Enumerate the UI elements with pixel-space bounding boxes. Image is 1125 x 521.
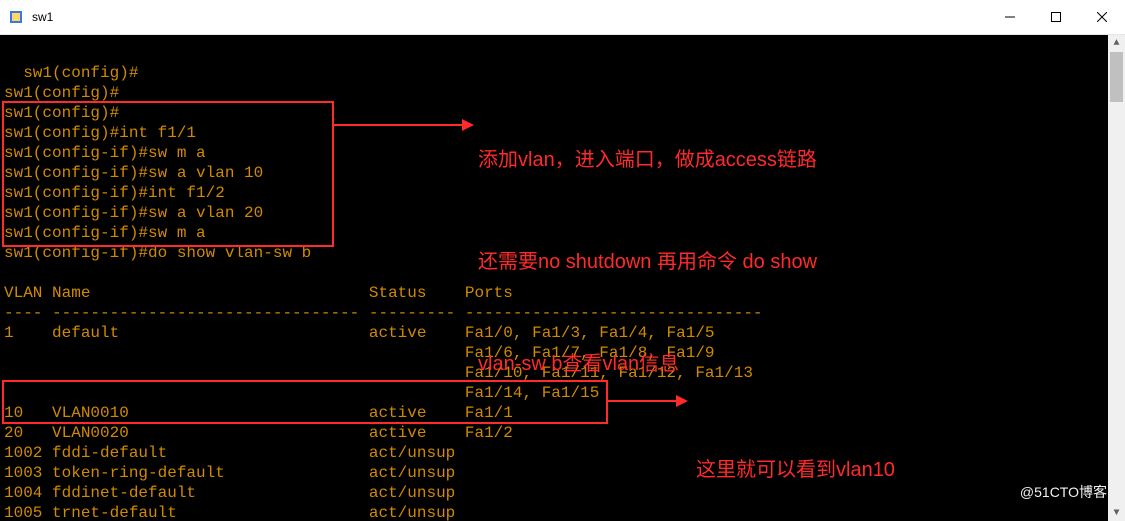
terminal-line: sw1(config-if)#sw m a: [4, 144, 206, 162]
close-button[interactable]: [1079, 0, 1125, 34]
terminal-line: Fa1/6, Fa1/7, Fa1/8, Fa1/9: [4, 344, 715, 362]
terminal-line: 10 VLAN0010 active Fa1/1: [4, 404, 513, 422]
annotation-line: 这里就可以看到vlan10: [696, 453, 921, 487]
scroll-thumb[interactable]: [1110, 52, 1123, 102]
terminal-line: 1002 fddi-default act/unsup: [4, 444, 465, 462]
terminal-line: 20 VLAN0020 active Fa1/2: [4, 424, 513, 442]
scroll-up-button[interactable]: ▲: [1108, 35, 1125, 52]
annotation-line: 还需要no shutdown 再用命令 do show: [478, 245, 817, 279]
terminal-line: VLAN Name Status Ports: [4, 284, 513, 302]
annotation-line: 添加vlan，进入端口，做成access链路: [478, 143, 817, 177]
window-title: sw1: [32, 10, 53, 24]
arrow-icon: [334, 115, 474, 135]
terminal-line: 1004 fddinet-default act/unsup: [4, 484, 465, 502]
terminal-area[interactable]: sw1(config)# sw1(config)# sw1(config)# s…: [0, 35, 1125, 521]
terminal-line: sw1(config)#: [23, 64, 138, 82]
terminal-line: sw1(config-if)#sw a vlan 20: [4, 204, 263, 222]
terminal-line: sw1(config-if)#int f1/2: [4, 184, 225, 202]
terminal-line: sw1(config)#int f1/1: [4, 124, 196, 142]
terminal-line: 1003 token-ring-default act/unsup: [4, 464, 465, 482]
terminal-line: sw1(config)#: [4, 84, 119, 102]
arrow-icon: [608, 391, 688, 411]
minimize-button[interactable]: [987, 0, 1033, 34]
watermark: @51CTO博客: [1020, 482, 1107, 502]
terminal-line: sw1(config)#: [4, 104, 119, 122]
terminal-line: ---- -------------------------------- --…: [4, 304, 763, 322]
scroll-down-button[interactable]: ▼: [1108, 505, 1125, 521]
terminal-line: Fa1/10, Fa1/11, Fa1/12, Fa1/13: [4, 364, 753, 382]
terminal-line: sw1(config-if)#sw m a: [4, 224, 206, 242]
maximize-button[interactable]: [1033, 0, 1079, 34]
terminal-line: 1 default active Fa1/0, Fa1/3, Fa1/4, Fa…: [4, 324, 715, 342]
terminal-line: sw1(config-if)#do show vlan-sw b: [4, 244, 311, 262]
terminal-line: 1005 trnet-default act/unsup: [4, 504, 465, 521]
terminal-line: Fa1/14, Fa1/15: [4, 384, 599, 402]
vertical-scrollbar[interactable]: ▲ ▼: [1108, 35, 1125, 521]
window-titlebar: sw1: [0, 0, 1125, 35]
annotation-bottom: 这里就可以看到vlan10 vlan20 和里面有那些端口: [696, 385, 921, 521]
terminal-line: sw1(config-if)#sw a vlan 10: [4, 164, 263, 182]
app-icon: [8, 9, 24, 25]
